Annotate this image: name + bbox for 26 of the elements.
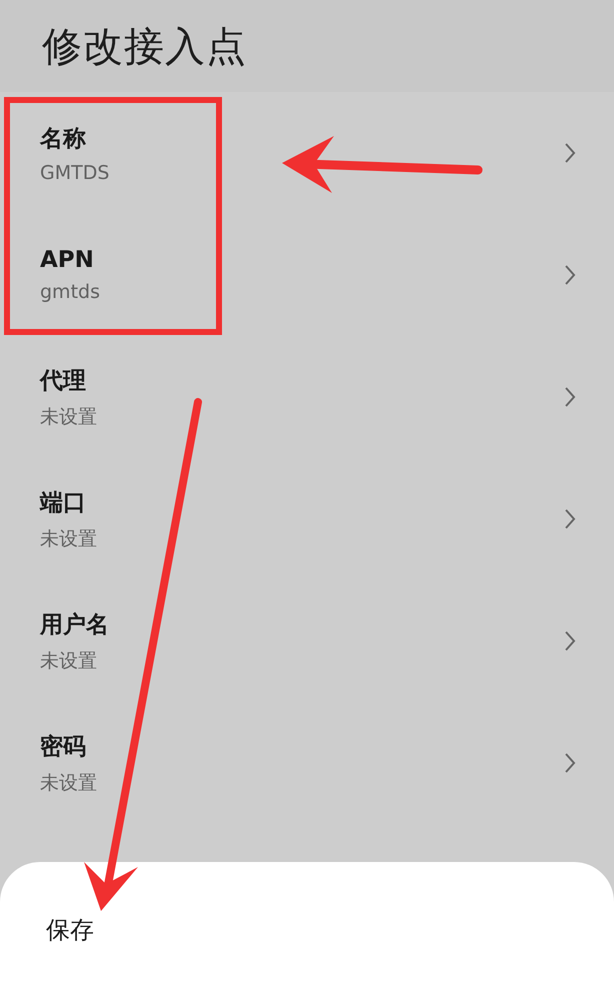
chevron-right-icon bbox=[564, 508, 576, 530]
setting-value: 未设置 bbox=[40, 770, 97, 796]
setting-label: APN bbox=[40, 247, 95, 273]
setting-value: 未设置 bbox=[40, 648, 98, 674]
setting-value: 未设置 bbox=[40, 404, 97, 430]
settings-row[interactable]: 端口 未设置 bbox=[0, 458, 614, 580]
settings-row[interactable]: 名称 GMTDS bbox=[0, 92, 614, 214]
chevron-right-icon bbox=[564, 386, 576, 408]
chevron-right-icon bbox=[564, 630, 576, 652]
settings-row[interactable]: 用户名 未设置 bbox=[0, 580, 614, 702]
settings-row[interactable]: 密码 未设置 bbox=[0, 702, 614, 824]
chevron-right-icon bbox=[564, 752, 576, 774]
setting-label: 用户名 bbox=[40, 610, 109, 640]
setting-label: 密码 bbox=[40, 732, 87, 762]
setting-label: 端口 bbox=[40, 488, 87, 518]
setting-label: 代理 bbox=[40, 366, 87, 396]
page-title: 修改接入点 bbox=[42, 22, 247, 72]
settings-row[interactable]: APN gmtds bbox=[0, 214, 614, 336]
chevron-right-icon bbox=[564, 142, 576, 164]
setting-value: gmtds bbox=[40, 281, 100, 303]
settings-row[interactable]: 代理 未设置 bbox=[0, 336, 614, 458]
setting-value: GMTDS bbox=[40, 162, 110, 184]
setting-label: 名称 bbox=[40, 124, 87, 154]
setting-value: 未设置 bbox=[40, 526, 97, 552]
save-button[interactable]: 保存 bbox=[46, 914, 94, 946]
chevron-right-icon bbox=[564, 264, 576, 286]
